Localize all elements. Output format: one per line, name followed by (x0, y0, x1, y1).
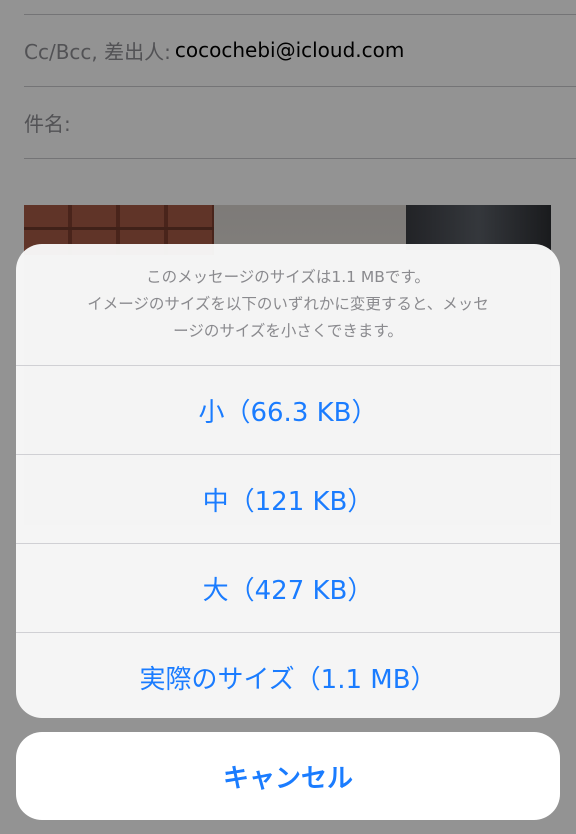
message-line: このメッセージのサイズは1.1 MBです。 (146, 268, 430, 286)
action-sheet-message: このメッセージのサイズは1.1 MBです。 イメージのサイズを以下のいずれかに変… (16, 244, 560, 366)
size-medium-button[interactable]: 中（121 KB） (16, 455, 560, 544)
message-line: ージのサイズを小さくできます。 (173, 322, 403, 340)
size-actual-button[interactable]: 実際のサイズ（1.1 MB） (16, 633, 560, 718)
size-large-button[interactable]: 大（427 KB） (16, 544, 560, 633)
cancel-button[interactable]: キャンセル (16, 732, 560, 820)
message-line: イメージのサイズを以下のいずれかに変更すると、メッセ (87, 295, 489, 313)
image-size-action-sheet: このメッセージのサイズは1.1 MBです。 イメージのサイズを以下のいずれかに変… (16, 244, 560, 718)
size-small-button[interactable]: 小（66.3 KB） (16, 366, 560, 455)
